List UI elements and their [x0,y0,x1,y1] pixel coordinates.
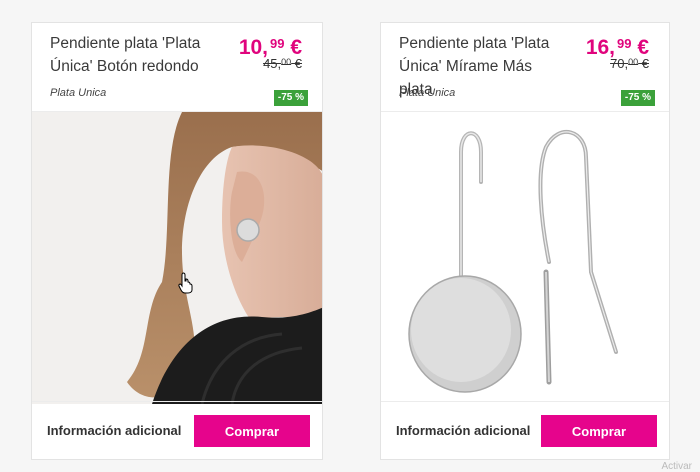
old-price-currency: € [291,56,302,71]
old-price-currency: € [638,56,649,71]
product-card: Pendiente plata 'Plata Única' Mírame Más… [380,22,670,460]
product-header: Pendiente plata 'Plata Única' Botón redo… [32,23,322,112]
info-link[interactable]: Información adicional [47,423,181,438]
product-card: Pendiente plata 'Plata Única' Botón redo… [31,22,323,460]
old-price-decimals: 00 [281,57,292,67]
old-price-integer: 45, [263,56,282,71]
product-footer: Información adicional Comprar [381,401,669,459]
hand-cursor-icon [178,272,193,294]
product-footer: Información adicional Comprar [32,401,322,459]
product-image[interactable] [32,112,322,404]
buy-button[interactable]: Comprar [541,415,657,447]
info-link[interactable]: Información adicional [396,423,530,438]
original-price: 70,00 € [610,56,649,71]
old-price-decimals: 00 [628,57,639,67]
buy-button[interactable]: Comprar [194,415,310,447]
old-price-integer: 70, [610,56,629,71]
brand-name[interactable]: Plata Unica [50,87,106,99]
product-header: Pendiente plata 'Plata Única' Mírame Más… [381,23,669,112]
discount-badge: -75 % [273,90,308,106]
product-image[interactable] [381,112,669,404]
watermark-text: Activar [661,461,692,472]
price-decimals: 99 [617,36,632,51]
price-decimals: 99 [270,36,285,51]
discount-badge: -75 % [620,90,655,106]
original-price: 45,00 € [263,56,302,71]
product-title[interactable]: Pendiente plata 'Plata Única' Botón redo… [50,32,218,78]
brand-name[interactable]: Plata Unica [399,87,455,99]
